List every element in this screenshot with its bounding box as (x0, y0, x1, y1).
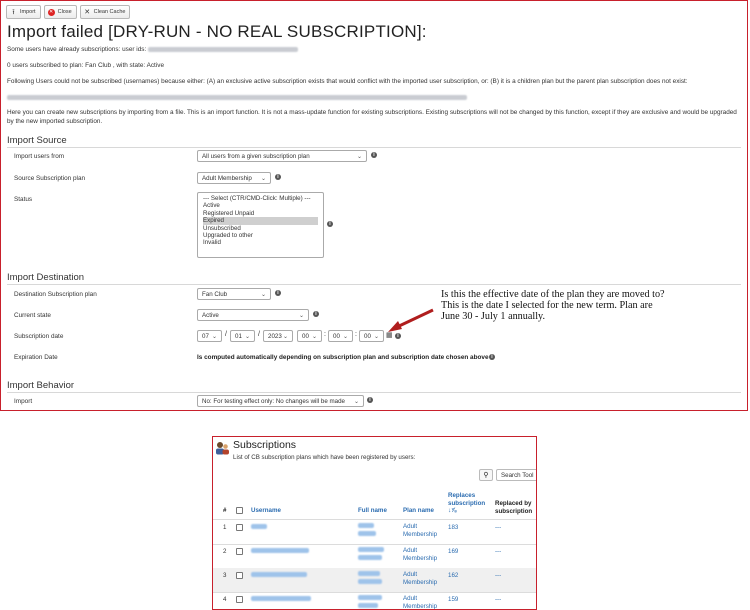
replaced-value: --- (495, 572, 502, 579)
col-fullname-header[interactable]: Full name (358, 507, 387, 515)
username-link[interactable] (251, 548, 309, 556)
username-link[interactable] (251, 524, 267, 532)
row-num: 3 (223, 572, 227, 579)
arrow-head (388, 321, 402, 332)
col-replaced-header: Replaced by subscription (495, 500, 532, 515)
username-link[interactable] (251, 596, 311, 604)
annotation-arrow (388, 308, 434, 332)
plan-name-link[interactable]: Adult Membership (403, 571, 437, 586)
row-checkbox[interactable] (236, 548, 243, 555)
plan-name-link[interactable]: Adult Membership (403, 547, 437, 562)
fullname-link[interactable] (358, 523, 376, 538)
sort-icon: ↓⅞ (448, 507, 457, 514)
table-row: 2 Adult Membership 169 --- (213, 544, 536, 568)
table-row: 1 Adult Membership 183 --- (213, 520, 536, 544)
search-input[interactable]: Search Tool (496, 469, 536, 481)
select-all-checkbox[interactable] (236, 507, 243, 514)
subscriptions-subtitle: List of CB subscription plans which have… (233, 454, 416, 461)
replaced-value: --- (495, 548, 502, 555)
replaces-link[interactable]: 162 (448, 572, 458, 580)
import-panel: ⭱ Import ✕ Close ✕ Clean Cache Import fa… (0, 0, 748, 411)
col-replaced-line2: subscription (495, 507, 533, 515)
replaced-value: --- (495, 596, 502, 603)
search-placeholder: Search Tool (501, 472, 534, 479)
col-replaced-line1: Replaced by (495, 500, 532, 507)
fullname-link[interactable] (358, 571, 382, 586)
arrow-shaft (396, 308, 434, 329)
subscriptions-panel: Subscriptions List of CB subscription pl… (212, 436, 537, 610)
username-link[interactable] (251, 572, 307, 580)
search-button[interactable]: ⚲ (479, 469, 493, 481)
col-replaces-line1: Replaces (448, 492, 476, 499)
subscriptions-users-icon (216, 442, 229, 455)
plan-name-link[interactable]: Adult Membership (403, 595, 437, 609)
col-replaces-line2: subscription (448, 499, 486, 507)
replaced-value: --- (495, 524, 502, 531)
table-row: 4 Adult Membership 159 --- (213, 592, 536, 609)
row-num: 2 (223, 548, 227, 555)
replaces-link[interactable]: 169 (448, 548, 458, 556)
replaces-link[interactable]: 159 (448, 596, 458, 604)
row-checkbox[interactable] (236, 572, 243, 579)
row-num: 1 (223, 524, 227, 531)
plan-name-link[interactable]: Adult Membership (403, 523, 437, 538)
table-row: 3 Adult Membership 162 --- (213, 568, 536, 592)
fullname-link[interactable] (358, 595, 382, 609)
col-replaces-header[interactable]: Replaces subscription ↓⅞ (448, 492, 485, 515)
row-checkbox[interactable] (236, 596, 243, 603)
replaces-link[interactable]: 183 (448, 524, 458, 532)
col-plan-header[interactable]: Plan name (403, 507, 434, 515)
fullname-link[interactable] (358, 547, 384, 562)
row-num: 4 (223, 596, 227, 603)
col-num-header: # (223, 507, 227, 514)
subscriptions-title: Subscriptions (233, 439, 297, 451)
search-icon: ⚲ (483, 472, 489, 479)
col-username-header[interactable]: Username (251, 507, 281, 515)
row-checkbox[interactable] (236, 524, 243, 531)
